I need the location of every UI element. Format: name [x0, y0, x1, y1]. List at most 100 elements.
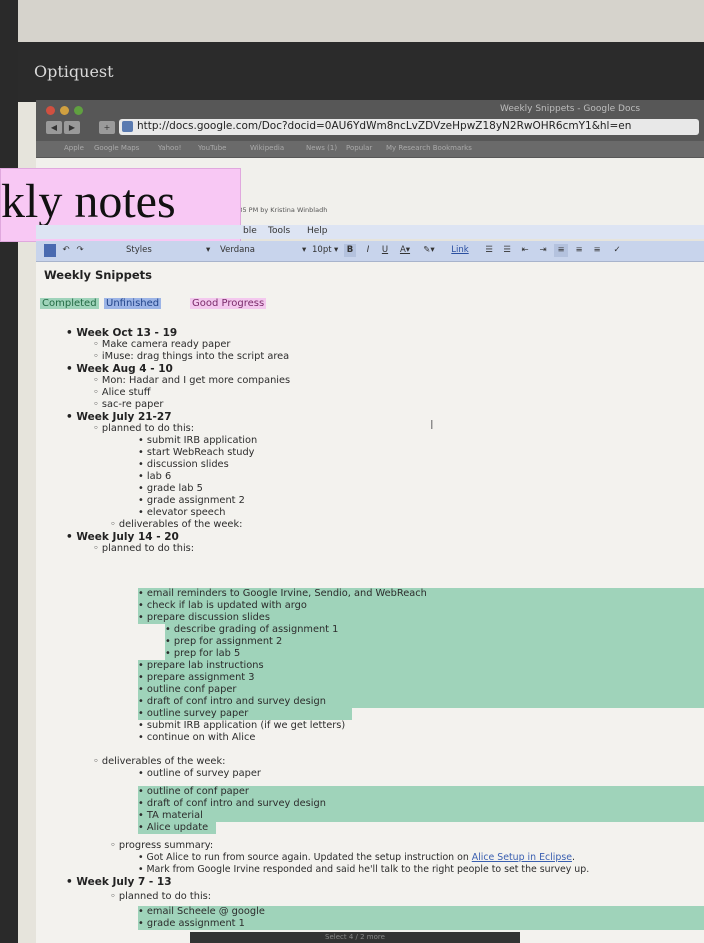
list-item: • Week July 14 - 20	[66, 531, 179, 543]
chevron-down-icon: ▾	[206, 245, 211, 255]
list-item: • Alice update	[138, 822, 209, 833]
bookmark-item[interactable]: Yahoo!	[158, 144, 181, 152]
underline-button[interactable]: U	[379, 244, 391, 257]
align-right-icon[interactable]: ≡	[590, 244, 604, 257]
menu-help[interactable]: Help	[307, 226, 328, 236]
legend-unfinished: Unfinished	[104, 298, 162, 309]
list-item: ◦ sac-re paper	[93, 399, 164, 410]
list-item: ◦ planned to do this:	[93, 543, 195, 554]
bookmark-item[interactable]: Popular	[346, 144, 372, 152]
list-item: ◦ Make camera ready paper	[93, 339, 231, 350]
list-item: • Week July 21-27	[66, 411, 172, 423]
list-item: ◦ progress summary:	[110, 840, 214, 851]
font-size-dropdown[interactable]: 10pt	[312, 245, 332, 255]
close-window-button[interactable]	[46, 106, 55, 115]
redo-icon[interactable]: ↷	[74, 244, 86, 257]
list-item: • grade assignment 2	[138, 495, 245, 506]
save-icon[interactable]	[44, 244, 56, 257]
list-item: • prep for assignment 2	[165, 636, 283, 647]
styles-dropdown[interactable]: Styles	[126, 245, 152, 255]
spellcheck-icon[interactable]: ✓	[610, 244, 624, 257]
legend-completed: Completed	[40, 298, 99, 309]
list-item: ◦ deliverables of the week:	[110, 519, 243, 530]
forward-button[interactable]: ▶	[64, 121, 80, 134]
photo-edge	[0, 0, 18, 943]
list-item: • outline of survey paper	[138, 768, 261, 779]
address-bar-url: http://docs.google.com/Doc?docid=0AU6YdW…	[137, 120, 632, 132]
list-item: • describe grading of assignment 1	[165, 624, 339, 635]
back-button[interactable]: ◀	[46, 121, 62, 134]
chevron-down-icon: ▾	[302, 245, 307, 255]
numbered-list-icon[interactable]: ☰	[482, 244, 496, 257]
overlay-label-text: kly notes	[1, 175, 176, 228]
text-color-icon[interactable]: A▾	[396, 244, 414, 257]
menu-tools[interactable]: Tools	[268, 226, 290, 236]
bold-button[interactable]: B	[344, 244, 356, 257]
monitor-bezel	[18, 42, 704, 102]
list-item: • prepare lab instructions	[138, 660, 264, 671]
background-wall	[18, 0, 704, 42]
list-item: • draft of conf intro and survey design	[138, 696, 326, 707]
minimize-window-button[interactable]	[60, 106, 69, 115]
undo-icon[interactable]: ↶	[60, 244, 72, 257]
bookmark-item[interactable]: My Research Bookmarks	[386, 144, 472, 152]
bulleted-list-icon[interactable]: ☰	[500, 244, 514, 257]
list-item: • lab 6	[138, 471, 172, 482]
align-center-icon[interactable]: ≡	[572, 244, 586, 257]
last-edited-info: 4:35 PM by Kristina Winbladh	[232, 206, 328, 214]
bookmark-item[interactable]: Apple	[64, 144, 84, 152]
add-bookmark-button[interactable]: +	[99, 121, 115, 134]
decrease-indent-icon[interactable]: ⇤	[518, 244, 532, 257]
list-item: • email reminders to Google Irvine, Send…	[138, 588, 427, 599]
list-item: • continue on with Alice	[138, 732, 256, 743]
list-item: • outline of conf paper	[138, 786, 249, 797]
list-item: • elevator speech	[138, 507, 226, 518]
status-bar: Select 4 / 2 more	[190, 932, 520, 943]
list-item: ◦ Alice stuff	[93, 387, 151, 398]
align-left-icon[interactable]: ≡	[554, 244, 568, 257]
list-item: ◦ planned to do this:	[93, 423, 195, 434]
list-item: • grade lab 5	[138, 483, 203, 494]
menu-bar	[36, 225, 704, 239]
list-item: • submit IRB application (if we get lett…	[138, 720, 346, 731]
highlight-color-icon[interactable]: ✎▾	[420, 244, 438, 257]
alice-setup-link[interactable]: Alice Setup in Eclipse	[472, 852, 572, 863]
document-title: Weekly Snippets	[44, 268, 152, 282]
list-item: • prep for lab 5	[165, 648, 241, 659]
chevron-down-icon: ▾	[334, 245, 339, 255]
list-item: • Mark from Google Irvine responded and …	[138, 864, 590, 875]
list-item: • Week Oct 13 - 19	[66, 327, 178, 339]
list-item: ◦ deliverables of the week:	[93, 756, 226, 767]
list-item: • prepare discussion slides	[138, 612, 270, 623]
list-item: • email Scheele @ google	[138, 906, 265, 917]
italic-button[interactable]: I	[362, 244, 374, 257]
bookmark-item[interactable]: YouTube	[198, 144, 226, 152]
list-item: • outline conf paper	[138, 684, 237, 695]
text-cursor-icon: I	[430, 418, 434, 432]
list-item: • start WebReach study	[138, 447, 255, 458]
site-favicon-icon	[122, 121, 133, 132]
list-item: • TA material	[138, 810, 203, 821]
bookmark-item[interactable]: Google Maps	[94, 144, 139, 152]
link-button[interactable]: Link	[448, 244, 472, 257]
list-item: ◦ iMuse: drag things into the script are…	[93, 351, 290, 362]
menu-table[interactable]: ble	[243, 226, 257, 236]
zoom-window-button[interactable]	[74, 106, 83, 115]
list-item: • draft of conf intro and survey design	[138, 798, 326, 809]
list-item: ◦ planned to do this:	[110, 891, 212, 902]
legend-good-progress: Good Progress	[190, 298, 267, 309]
list-item: • Week July 7 - 13	[66, 876, 172, 888]
bookmark-item[interactable]: News (1)	[306, 144, 337, 152]
progress-text: Got Alice to run from source again. Upda…	[146, 852, 472, 863]
font-dropdown[interactable]: Verdana	[220, 245, 255, 255]
window-title: Weekly Snippets - Google Docs	[500, 104, 641, 114]
bookmark-item[interactable]: Wikipedia	[250, 144, 284, 152]
list-item: • Week Aug 4 - 10	[66, 363, 173, 375]
list-item: • discussion slides	[138, 459, 229, 470]
list-item: • prepare assignment 3	[138, 672, 255, 683]
list-item: ◦ Mon: Hadar and I get more companies	[93, 375, 291, 386]
monitor-brand: Optiquest	[34, 62, 114, 81]
increase-indent-icon[interactable]: ⇥	[536, 244, 550, 257]
list-item: • submit IRB application	[138, 435, 258, 446]
list-item: • Got Alice to run from source again. Up…	[138, 852, 575, 863]
